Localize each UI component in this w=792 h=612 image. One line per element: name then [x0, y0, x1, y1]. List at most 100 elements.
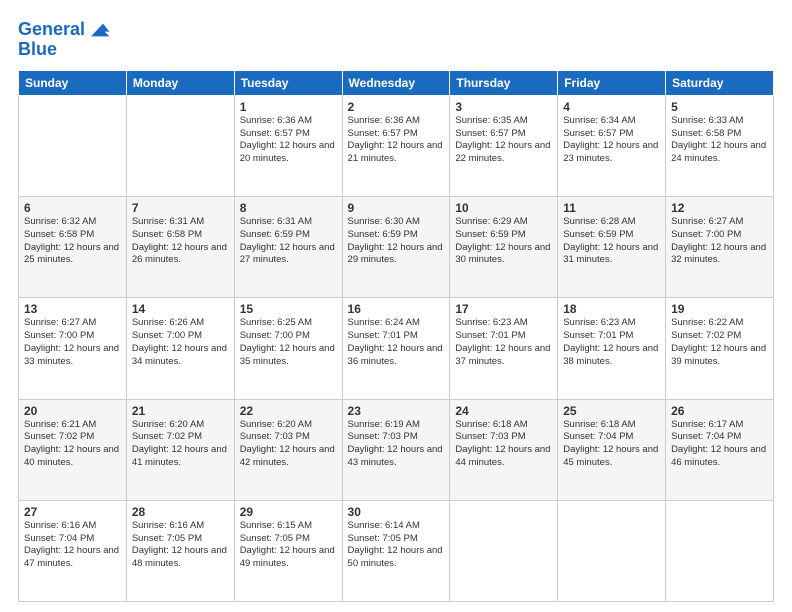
- day-number: 20: [24, 404, 121, 418]
- day-info: Sunrise: 6:27 AM Sunset: 7:00 PM Dayligh…: [24, 317, 121, 368]
- day-info: Sunrise: 6:18 AM Sunset: 7:04 PM Dayligh…: [563, 419, 660, 470]
- calendar-cell: 26Sunrise: 6:17 AM Sunset: 7:04 PM Dayli…: [666, 399, 774, 500]
- day-number: 7: [132, 201, 229, 215]
- header: General Blue: [18, 18, 774, 60]
- day-header-friday: Friday: [558, 70, 666, 95]
- logo-subtext: Blue: [18, 40, 57, 60]
- calendar-cell: 4Sunrise: 6:34 AM Sunset: 6:57 PM Daylig…: [558, 95, 666, 196]
- calendar-cell: 2Sunrise: 6:36 AM Sunset: 6:57 PM Daylig…: [342, 95, 450, 196]
- calendar-cell: [666, 500, 774, 601]
- calendar-table: SundayMondayTuesdayWednesdayThursdayFrid…: [18, 70, 774, 602]
- day-info: Sunrise: 6:36 AM Sunset: 6:57 PM Dayligh…: [240, 115, 337, 166]
- day-number: 11: [563, 201, 660, 215]
- calendar-cell: 14Sunrise: 6:26 AM Sunset: 7:00 PM Dayli…: [126, 298, 234, 399]
- day-number: 2: [348, 100, 445, 114]
- calendar-cell: 5Sunrise: 6:33 AM Sunset: 6:58 PM Daylig…: [666, 95, 774, 196]
- calendar-cell: 29Sunrise: 6:15 AM Sunset: 7:05 PM Dayli…: [234, 500, 342, 601]
- day-info: Sunrise: 6:25 AM Sunset: 7:00 PM Dayligh…: [240, 317, 337, 368]
- calendar-cell: 3Sunrise: 6:35 AM Sunset: 6:57 PM Daylig…: [450, 95, 558, 196]
- day-info: Sunrise: 6:24 AM Sunset: 7:01 PM Dayligh…: [348, 317, 445, 368]
- day-header-wednesday: Wednesday: [342, 70, 450, 95]
- day-info: Sunrise: 6:30 AM Sunset: 6:59 PM Dayligh…: [348, 216, 445, 267]
- day-number: 4: [563, 100, 660, 114]
- day-number: 29: [240, 505, 337, 519]
- calendar-cell: 20Sunrise: 6:21 AM Sunset: 7:02 PM Dayli…: [19, 399, 127, 500]
- day-number: 14: [132, 302, 229, 316]
- calendar-cell: 30Sunrise: 6:14 AM Sunset: 7:05 PM Dayli…: [342, 500, 450, 601]
- calendar-cell: 23Sunrise: 6:19 AM Sunset: 7:03 PM Dayli…: [342, 399, 450, 500]
- calendar-cell: [558, 500, 666, 601]
- day-info: Sunrise: 6:33 AM Sunset: 6:58 PM Dayligh…: [671, 115, 768, 166]
- day-info: Sunrise: 6:27 AM Sunset: 7:00 PM Dayligh…: [671, 216, 768, 267]
- day-number: 19: [671, 302, 768, 316]
- day-info: Sunrise: 6:31 AM Sunset: 6:59 PM Dayligh…: [240, 216, 337, 267]
- calendar-cell: 10Sunrise: 6:29 AM Sunset: 6:59 PM Dayli…: [450, 197, 558, 298]
- day-info: Sunrise: 6:16 AM Sunset: 7:04 PM Dayligh…: [24, 520, 121, 571]
- day-info: Sunrise: 6:23 AM Sunset: 7:01 PM Dayligh…: [563, 317, 660, 368]
- day-number: 28: [132, 505, 229, 519]
- day-number: 25: [563, 404, 660, 418]
- day-number: 9: [348, 201, 445, 215]
- day-info: Sunrise: 6:28 AM Sunset: 6:59 PM Dayligh…: [563, 216, 660, 267]
- calendar-cell: [126, 95, 234, 196]
- day-number: 16: [348, 302, 445, 316]
- day-header-sunday: Sunday: [19, 70, 127, 95]
- day-number: 15: [240, 302, 337, 316]
- calendar-cell: 18Sunrise: 6:23 AM Sunset: 7:01 PM Dayli…: [558, 298, 666, 399]
- day-info: Sunrise: 6:29 AM Sunset: 6:59 PM Dayligh…: [455, 216, 552, 267]
- day-header-monday: Monday: [126, 70, 234, 95]
- day-number: 5: [671, 100, 768, 114]
- day-header-tuesday: Tuesday: [234, 70, 342, 95]
- calendar-cell: 11Sunrise: 6:28 AM Sunset: 6:59 PM Dayli…: [558, 197, 666, 298]
- day-number: 22: [240, 404, 337, 418]
- day-info: Sunrise: 6:15 AM Sunset: 7:05 PM Dayligh…: [240, 520, 337, 571]
- day-number: 12: [671, 201, 768, 215]
- day-info: Sunrise: 6:31 AM Sunset: 6:58 PM Dayligh…: [132, 216, 229, 267]
- day-info: Sunrise: 6:19 AM Sunset: 7:03 PM Dayligh…: [348, 419, 445, 470]
- calendar-cell: 28Sunrise: 6:16 AM Sunset: 7:05 PM Dayli…: [126, 500, 234, 601]
- day-info: Sunrise: 6:14 AM Sunset: 7:05 PM Dayligh…: [348, 520, 445, 571]
- day-header-saturday: Saturday: [666, 70, 774, 95]
- day-number: 26: [671, 404, 768, 418]
- calendar-cell: 1Sunrise: 6:36 AM Sunset: 6:57 PM Daylig…: [234, 95, 342, 196]
- day-number: 8: [240, 201, 337, 215]
- day-number: 17: [455, 302, 552, 316]
- day-number: 10: [455, 201, 552, 215]
- day-number: 18: [563, 302, 660, 316]
- calendar-cell: [450, 500, 558, 601]
- day-info: Sunrise: 6:32 AM Sunset: 6:58 PM Dayligh…: [24, 216, 121, 267]
- calendar-cell: 9Sunrise: 6:30 AM Sunset: 6:59 PM Daylig…: [342, 197, 450, 298]
- calendar-cell: 8Sunrise: 6:31 AM Sunset: 6:59 PM Daylig…: [234, 197, 342, 298]
- calendar-cell: 6Sunrise: 6:32 AM Sunset: 6:58 PM Daylig…: [19, 197, 127, 298]
- day-number: 13: [24, 302, 121, 316]
- day-info: Sunrise: 6:23 AM Sunset: 7:01 PM Dayligh…: [455, 317, 552, 368]
- day-number: 27: [24, 505, 121, 519]
- day-number: 1: [240, 100, 337, 114]
- day-number: 24: [455, 404, 552, 418]
- day-info: Sunrise: 6:18 AM Sunset: 7:03 PM Dayligh…: [455, 419, 552, 470]
- calendar-cell: 27Sunrise: 6:16 AM Sunset: 7:04 PM Dayli…: [19, 500, 127, 601]
- day-info: Sunrise: 6:22 AM Sunset: 7:02 PM Dayligh…: [671, 317, 768, 368]
- logo-icon: [87, 18, 111, 42]
- calendar-cell: 16Sunrise: 6:24 AM Sunset: 7:01 PM Dayli…: [342, 298, 450, 399]
- day-number: 21: [132, 404, 229, 418]
- day-number: 30: [348, 505, 445, 519]
- day-info: Sunrise: 6:17 AM Sunset: 7:04 PM Dayligh…: [671, 419, 768, 470]
- day-header-thursday: Thursday: [450, 70, 558, 95]
- calendar-cell: [19, 95, 127, 196]
- day-info: Sunrise: 6:16 AM Sunset: 7:05 PM Dayligh…: [132, 520, 229, 571]
- calendar-cell: 19Sunrise: 6:22 AM Sunset: 7:02 PM Dayli…: [666, 298, 774, 399]
- calendar-cell: 25Sunrise: 6:18 AM Sunset: 7:04 PM Dayli…: [558, 399, 666, 500]
- calendar-cell: 12Sunrise: 6:27 AM Sunset: 7:00 PM Dayli…: [666, 197, 774, 298]
- page: General Blue SundayMondayTuesdayWednesda…: [0, 0, 792, 612]
- logo-text: General: [18, 20, 85, 40]
- day-info: Sunrise: 6:34 AM Sunset: 6:57 PM Dayligh…: [563, 115, 660, 166]
- day-info: Sunrise: 6:35 AM Sunset: 6:57 PM Dayligh…: [455, 115, 552, 166]
- day-number: 3: [455, 100, 552, 114]
- day-info: Sunrise: 6:26 AM Sunset: 7:00 PM Dayligh…: [132, 317, 229, 368]
- calendar-cell: 22Sunrise: 6:20 AM Sunset: 7:03 PM Dayli…: [234, 399, 342, 500]
- day-info: Sunrise: 6:20 AM Sunset: 7:03 PM Dayligh…: [240, 419, 337, 470]
- day-info: Sunrise: 6:36 AM Sunset: 6:57 PM Dayligh…: [348, 115, 445, 166]
- calendar-cell: 24Sunrise: 6:18 AM Sunset: 7:03 PM Dayli…: [450, 399, 558, 500]
- calendar-cell: 7Sunrise: 6:31 AM Sunset: 6:58 PM Daylig…: [126, 197, 234, 298]
